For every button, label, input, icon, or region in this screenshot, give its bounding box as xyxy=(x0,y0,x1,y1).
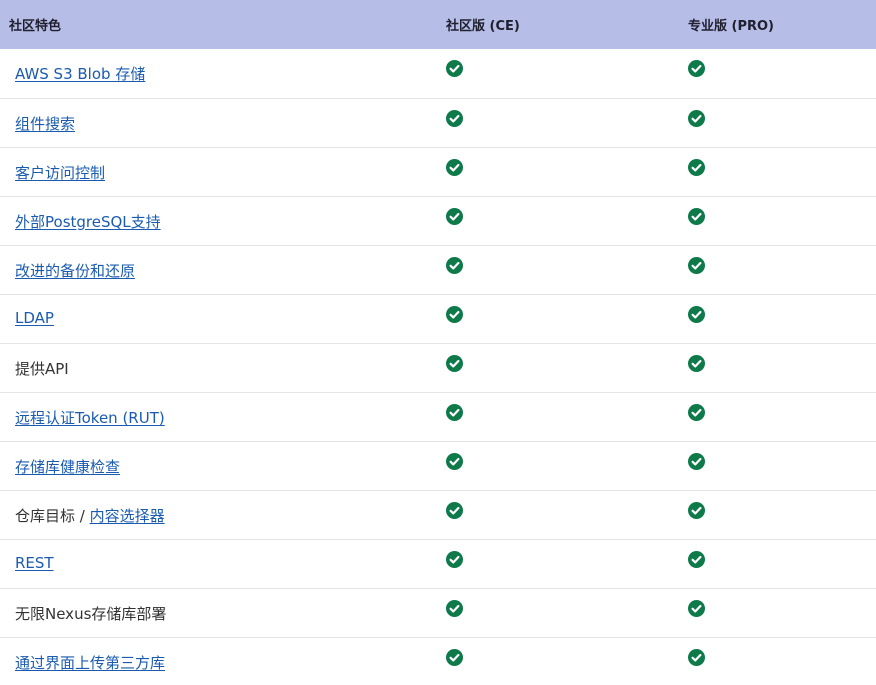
feature-link[interactable]: 外部PostgreSQL支持 xyxy=(15,213,161,231)
feature-link[interactable]: LDAP xyxy=(15,309,54,327)
check-circle-icon xyxy=(688,256,705,274)
table-header-row: 社区特色 社区版 (CE) 专业版 (PRO) xyxy=(0,0,876,49)
check-circle-icon xyxy=(688,207,705,225)
ce-support-cell xyxy=(437,539,679,588)
check-circle-icon xyxy=(688,550,705,568)
table-row: LDAP xyxy=(0,294,876,343)
pro-support-cell xyxy=(679,196,876,245)
table-row: 组件搜索 xyxy=(0,98,876,147)
feature-link[interactable]: 内容选择器 xyxy=(90,507,165,525)
check-circle-icon xyxy=(688,158,705,176)
header-feature: 社区特色 xyxy=(9,19,62,34)
pro-support-cell xyxy=(679,147,876,196)
check-circle-icon xyxy=(446,109,463,127)
feature-cell: 仓库目标 / 内容选择器 xyxy=(0,490,437,539)
feature-link[interactable]: AWS S3 Blob 存储 xyxy=(15,65,145,83)
check-circle-icon xyxy=(688,354,705,372)
feature-link[interactable]: 远程认证Token (RUT) xyxy=(15,409,165,427)
table-row: 提供API xyxy=(0,343,876,392)
table-row: 仓库目标 / 内容选择器 xyxy=(0,490,876,539)
table-row: 改进的备份和还原 xyxy=(0,245,876,294)
check-circle-icon xyxy=(446,305,463,323)
feature-cell: 远程认证Token (RUT) xyxy=(0,392,437,441)
ce-support-cell xyxy=(437,392,679,441)
check-circle-icon xyxy=(446,158,463,176)
pro-support-cell xyxy=(679,245,876,294)
check-circle-icon xyxy=(446,207,463,225)
feature-link[interactable]: REST xyxy=(15,554,54,572)
table-row: REST xyxy=(0,539,876,588)
check-circle-icon xyxy=(446,501,463,519)
check-circle-icon xyxy=(688,452,705,470)
ce-support-cell xyxy=(437,490,679,539)
check-circle-icon xyxy=(446,648,463,666)
check-circle-icon xyxy=(688,305,705,323)
check-circle-icon xyxy=(688,403,705,421)
feature-link[interactable]: 存储库健康检查 xyxy=(15,458,120,476)
check-circle-icon xyxy=(688,599,705,617)
check-circle-icon xyxy=(446,354,463,372)
feature-link[interactable]: 通过界面上传第三方库 xyxy=(15,654,165,672)
pro-support-cell xyxy=(679,539,876,588)
feature-cell: 无限Nexus存储库部署 xyxy=(0,588,437,637)
feature-cell: 客户访问控制 xyxy=(0,147,437,196)
table-row: 通过界面上传第三方库 xyxy=(0,637,876,685)
feature-cell: 组件搜索 xyxy=(0,98,437,147)
ce-support-cell xyxy=(437,245,679,294)
table-body: AWS S3 Blob 存储 组件搜索客户访问控制外部PostgreSQL支持 改进… xyxy=(0,49,876,685)
table-row: 远程认证Token (RUT) xyxy=(0,392,876,441)
feature-text: 提供API xyxy=(15,359,69,378)
table-row: 外部PostgreSQL支持 xyxy=(0,196,876,245)
feature-cell: LDAP xyxy=(0,294,437,343)
ce-support-cell xyxy=(437,637,679,685)
feature-cell: 通过界面上传第三方库 xyxy=(0,637,437,685)
pro-support-cell xyxy=(679,637,876,685)
ce-support-cell xyxy=(437,441,679,490)
ce-support-cell xyxy=(437,343,679,392)
check-circle-icon xyxy=(446,60,463,77)
pro-support-cell xyxy=(679,441,876,490)
feature-comparison-table: 社区特色 社区版 (CE) 专业版 (PRO) AWS S3 Blob 存储 组件… xyxy=(0,0,876,685)
feature-cell: 外部PostgreSQL支持 xyxy=(0,196,437,245)
feature-cell: REST xyxy=(0,539,437,588)
feature-text: 仓库目标 / xyxy=(15,506,90,525)
pro-support-cell xyxy=(679,49,876,98)
pro-support-cell xyxy=(679,343,876,392)
check-circle-icon xyxy=(446,403,463,421)
table-row: 客户访问控制 xyxy=(0,147,876,196)
check-circle-icon xyxy=(446,550,463,568)
check-circle-icon xyxy=(446,452,463,470)
pro-support-cell xyxy=(679,490,876,539)
check-circle-icon xyxy=(688,60,705,77)
pro-support-cell xyxy=(679,392,876,441)
feature-link[interactable]: 改进的备份和还原 xyxy=(15,262,135,280)
pro-support-cell xyxy=(679,98,876,147)
ce-support-cell xyxy=(437,98,679,147)
feature-text: 无限Nexus存储库部署 xyxy=(15,604,167,623)
header-pro: 专业版 (PRO) xyxy=(688,19,774,34)
check-circle-icon xyxy=(688,109,705,127)
pro-support-cell xyxy=(679,294,876,343)
table-row: 存储库健康检查 xyxy=(0,441,876,490)
check-circle-icon xyxy=(688,648,705,666)
ce-support-cell xyxy=(437,196,679,245)
ce-support-cell xyxy=(437,294,679,343)
feature-link[interactable]: 组件搜索 xyxy=(15,115,75,133)
feature-cell: 存储库健康检查 xyxy=(0,441,437,490)
ce-support-cell xyxy=(437,588,679,637)
check-circle-icon xyxy=(688,501,705,519)
feature-cell: AWS S3 Blob 存储 xyxy=(0,49,437,98)
check-circle-icon xyxy=(446,599,463,617)
check-circle-icon xyxy=(446,256,463,274)
table-row: AWS S3 Blob 存储 xyxy=(0,49,876,98)
table-row: 无限Nexus存储库部署 xyxy=(0,588,876,637)
ce-support-cell xyxy=(437,147,679,196)
feature-cell: 改进的备份和还原 xyxy=(0,245,437,294)
ce-support-cell xyxy=(437,49,679,98)
header-ce: 社区版 (CE) xyxy=(446,19,520,34)
feature-link[interactable]: 客户访问控制 xyxy=(15,164,105,182)
feature-cell: 提供API xyxy=(0,343,437,392)
pro-support-cell xyxy=(679,588,876,637)
